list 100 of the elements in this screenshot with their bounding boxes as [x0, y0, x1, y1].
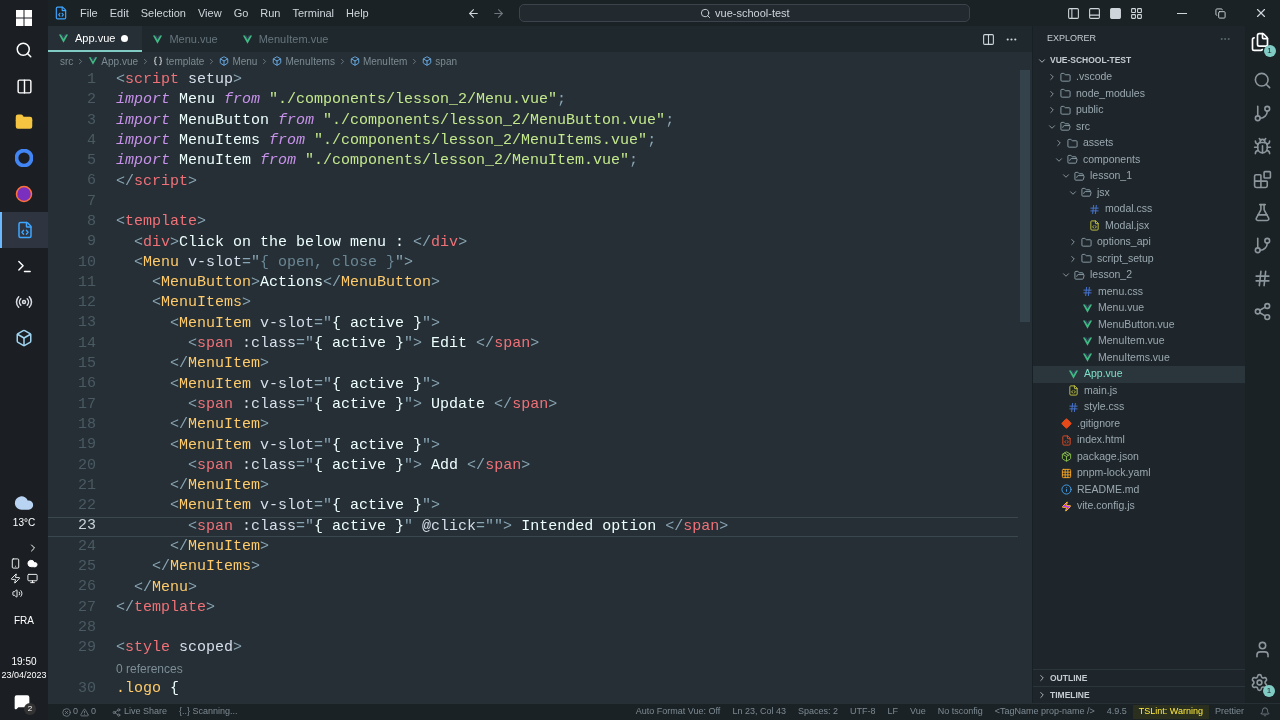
tree-item[interactable]: lesson_1: [1033, 168, 1245, 185]
sidebar-section[interactable]: OUTLINE: [1033, 669, 1245, 686]
code-line: </MenuItems>: [151, 557, 261, 578]
breadcrumb-item[interactable]: Menu: [219, 53, 258, 69]
account-icon: [1253, 640, 1272, 659]
status-item[interactable]: {..} Scanning...: [173, 705, 244, 719]
tree-item[interactable]: MenuItem.vue: [1033, 333, 1245, 350]
tree-item[interactable]: public: [1033, 102, 1245, 119]
tree-item[interactable]: .vscode: [1033, 69, 1245, 86]
folder-icon: [1060, 88, 1071, 100]
code-line: </MenuItem>: [169, 415, 270, 436]
status-item[interactable]: Spaces: 2: [791, 705, 844, 719]
restore-icon: [1215, 7, 1226, 19]
vue-icon: [1082, 352, 1093, 364]
menubar-entry[interactable]: Run: [254, 4, 287, 22]
code-line: <span :class="{ active }"> Add </span>: [187, 455, 531, 476]
tree-item[interactable]: Menu.vue: [1033, 300, 1245, 317]
workspace-header[interactable]: VUE-SCHOOL-TEST: [1033, 52, 1245, 69]
code-line: <MenuItems>: [151, 293, 252, 314]
menubar-entry[interactable]: Terminal: [286, 4, 341, 22]
breadcrumb-item[interactable]: src: [60, 53, 74, 69]
breadcrumb-item[interactable]: App.vue: [88, 53, 139, 69]
tree-item[interactable]: Modal.jsx: [1033, 217, 1245, 234]
panel-left-icon: [1067, 6, 1080, 20]
menubar-entry[interactable]: Edit: [103, 4, 135, 22]
status-item[interactable]: UTF-8: [843, 705, 882, 719]
menubar-entry[interactable]: View: [191, 4, 228, 22]
tree-item[interactable]: vite.config.js: [1033, 498, 1245, 515]
tree-item[interactable]: node_modules: [1033, 85, 1245, 102]
browser-icon: [15, 149, 33, 167]
status-item[interactable]: Auto Format Vue: Off: [629, 705, 727, 719]
menubar-entry[interactable]: File: [74, 4, 104, 22]
tree-item[interactable]: script_setup: [1033, 250, 1245, 267]
tree-item[interactable]: modal.css: [1033, 201, 1245, 218]
tree-item[interactable]: package.json: [1033, 448, 1245, 465]
tree-item[interactable]: style.css: [1033, 399, 1245, 416]
vue-icon: [241, 33, 253, 45]
git-file-icon: [1061, 418, 1072, 430]
explorer-button[interactable]: 1: [1249, 32, 1276, 57]
menubar-entry[interactable]: Selection: [134, 4, 192, 22]
tree-item[interactable]: MenuItems.vue: [1033, 349, 1245, 366]
extensions-icon: [1253, 170, 1272, 189]
breadcrumb-item[interactable]: MenuItems: [272, 53, 335, 69]
cube-icon: [422, 56, 433, 66]
tree-item[interactable]: options_api: [1033, 234, 1245, 251]
share-icon: [112, 707, 122, 717]
tree-item[interactable]: assets: [1033, 135, 1245, 152]
minimize-icon[interactable]: [1177, 12, 1187, 14]
windows-logo[interactable]: [16, 10, 32, 26]
tree-item[interactable]: App.vue: [1033, 366, 1245, 383]
code-line: <MenuItem v-slot="{ active }">: [169, 496, 441, 517]
task-view-icon: [15, 77, 33, 95]
folder-icon: [1060, 121, 1071, 133]
files-icon: [1249, 32, 1270, 52]
tree-item[interactable]: README.md: [1033, 481, 1245, 498]
tree-item[interactable]: menu.css: [1033, 283, 1245, 300]
tree-item[interactable]: MenuButton.vue: [1033, 316, 1245, 333]
tree-item[interactable]: index.html: [1033, 432, 1245, 449]
breadcrumb-item[interactable]: span: [422, 53, 458, 69]
status-item[interactable]: 4.9.5: [1100, 705, 1133, 719]
menubar-entry[interactable]: Help: [340, 4, 375, 22]
tree-item[interactable]: components: [1033, 151, 1245, 168]
cloud-icon: [27, 557, 38, 569]
status-item[interactable]: Prettier: [1209, 705, 1250, 719]
tree-item[interactable]: lesson_2: [1033, 267, 1245, 284]
vue-icon: [58, 32, 69, 44]
settings-button[interactable]: 1: [1250, 673, 1275, 697]
status-item[interactable]: Vue: [903, 705, 932, 719]
command-center[interactable]: vue-school-test: [519, 4, 971, 22]
live-share-status[interactable]: Live Share: [106, 705, 174, 719]
chevron-right-icon: [1047, 105, 1057, 116]
code-line: <script setup>: [116, 70, 243, 91]
code-editor-icon: [16, 221, 34, 239]
breadcrumb-item[interactable]: MenuItem: [349, 53, 408, 69]
taskbar-app[interactable]: [0, 212, 48, 248]
code-line: <span :class="{ active }" @click=""> Intended option </span>: [187, 516, 729, 537]
line-number: 23: [77, 516, 96, 537]
editor-tab[interactable]: App.vue: [48, 26, 143, 52]
notification-button[interactable]: 2: [14, 694, 34, 712]
css-file-icon: [1089, 203, 1100, 215]
status-item[interactable]: <TagName prop-name />: [988, 705, 1101, 719]
cube-icon: [219, 56, 230, 66]
language-indicator[interactable]: FRA: [14, 612, 34, 628]
status-item[interactable]: TSLint: Warning: [1132, 705, 1209, 719]
code-line: <MenuItem v-slot="{ active }">: [169, 313, 441, 334]
problems-status[interactable]: 0 0: [52, 705, 107, 719]
status-item[interactable]: Ln 23, Col 43: [726, 705, 792, 719]
tree-item[interactable]: main.js: [1033, 382, 1245, 399]
status-item[interactable]: No tsconfig: [931, 705, 989, 719]
notification-count: 2: [24, 703, 36, 715]
menubar-entry[interactable]: Go: [227, 4, 255, 22]
tree-item[interactable]: jsx: [1033, 184, 1245, 201]
breadcrumb-item[interactable]: template: [153, 53, 205, 69]
folder-icon: [1074, 269, 1085, 281]
codelens-link[interactable]: 0 references: [116, 658, 183, 679]
tree-item[interactable]: src: [1033, 118, 1245, 135]
tree-item[interactable]: pnpm-lock.yaml: [1033, 465, 1245, 482]
tree-item[interactable]: .gitignore: [1033, 415, 1245, 432]
git-graph-icon: [1253, 236, 1272, 255]
status-item[interactable]: LF: [881, 705, 904, 719]
